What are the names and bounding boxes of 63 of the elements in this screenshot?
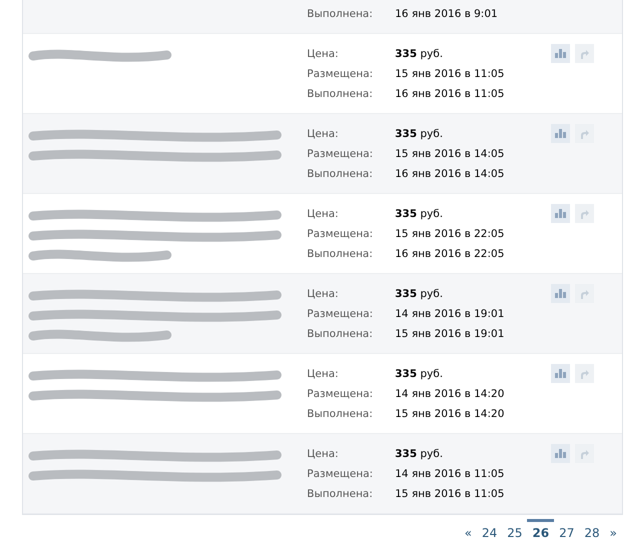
stats-button[interactable] [551, 284, 570, 303]
field-label: Размещена: [307, 68, 374, 80]
page-link[interactable]: 24 [476, 519, 502, 543]
field-value: 15 янв 2016 в 14:20 [395, 408, 504, 420]
field-label: Размещена: [307, 148, 374, 160]
field-value: 15 янв 2016 в 11:05 [395, 488, 504, 500]
field-value: 335 руб. [395, 448, 443, 460]
field-value: 16 янв 2016 в 9:01 [395, 8, 498, 20]
stats-button[interactable] [551, 124, 570, 143]
bar-chart-icon [555, 369, 566, 378]
field-label: Размещена: [307, 228, 374, 240]
page-link[interactable]: « [459, 519, 477, 543]
arrow-icon [580, 48, 589, 58]
page-link[interactable]: 26 [527, 519, 554, 543]
arrow-icon [580, 208, 589, 218]
field-value: 16 янв 2016 в 11:05 [395, 88, 504, 100]
page-link[interactable]: 28 [579, 519, 605, 543]
stats-button[interactable] [551, 364, 570, 383]
field-label: Выполнена: [307, 488, 374, 500]
field-label: Цена: [307, 128, 340, 140]
field-value: 335 руб. [395, 48, 443, 60]
field-label: Размещена: [307, 308, 374, 320]
field-label: Выполнена: [307, 88, 374, 100]
field-label: Цена: [307, 448, 340, 460]
arrow-icon [580, 288, 589, 298]
bar-chart-icon [555, 49, 566, 58]
bar-chart-icon [555, 129, 566, 138]
page-link[interactable]: 25 [502, 519, 528, 543]
arrow-icon [580, 368, 589, 378]
field-value: 335 руб. [395, 128, 443, 140]
field-value: 15 янв 2016 в 14:05 [395, 148, 504, 160]
field-label: Цена: [307, 368, 340, 380]
field-label: Выполнена: [307, 328, 374, 340]
field-value: 335 руб. [395, 288, 443, 300]
field-value: 14 янв 2016 в 11:05 [395, 468, 504, 480]
stats-button[interactable] [551, 204, 570, 223]
bar-chart-icon [555, 289, 566, 298]
field-label: Размещена: [307, 388, 374, 400]
field-value: 335 руб. [395, 368, 443, 380]
field-label: Выполнена: [307, 8, 374, 20]
field-value: 15 янв 2016 в 19:01 [395, 328, 504, 340]
field-value: 14 янв 2016 в 19:01 [395, 308, 504, 320]
field-label: Выполнена: [307, 168, 374, 180]
field-label: Цена: [307, 48, 340, 60]
page-link[interactable]: » [604, 519, 622, 543]
field-label: Выполнена: [307, 248, 374, 260]
stats-button[interactable] [551, 444, 570, 463]
stats-button[interactable] [551, 44, 570, 63]
field-value: 16 янв 2016 в 14:05 [395, 168, 504, 180]
field-value: 15 янв 2016 в 22:05 [395, 228, 504, 240]
field-label: Цена: [307, 288, 340, 300]
field-label: Цена: [307, 208, 340, 220]
field-label: Размещена: [307, 468, 374, 480]
arrow-icon [580, 448, 589, 458]
field-value: 14 янв 2016 в 14:20 [395, 388, 504, 400]
arrow-icon [580, 128, 589, 138]
page-link[interactable]: 27 [554, 519, 580, 543]
field-value: 335 руб. [395, 208, 443, 220]
field-value: 15 янв 2016 в 11:05 [395, 68, 504, 80]
bar-chart-icon [555, 449, 566, 458]
field-value: 16 янв 2016 в 22:05 [395, 248, 504, 260]
bar-chart-icon [555, 209, 566, 218]
field-label: Выполнена: [307, 408, 374, 420]
